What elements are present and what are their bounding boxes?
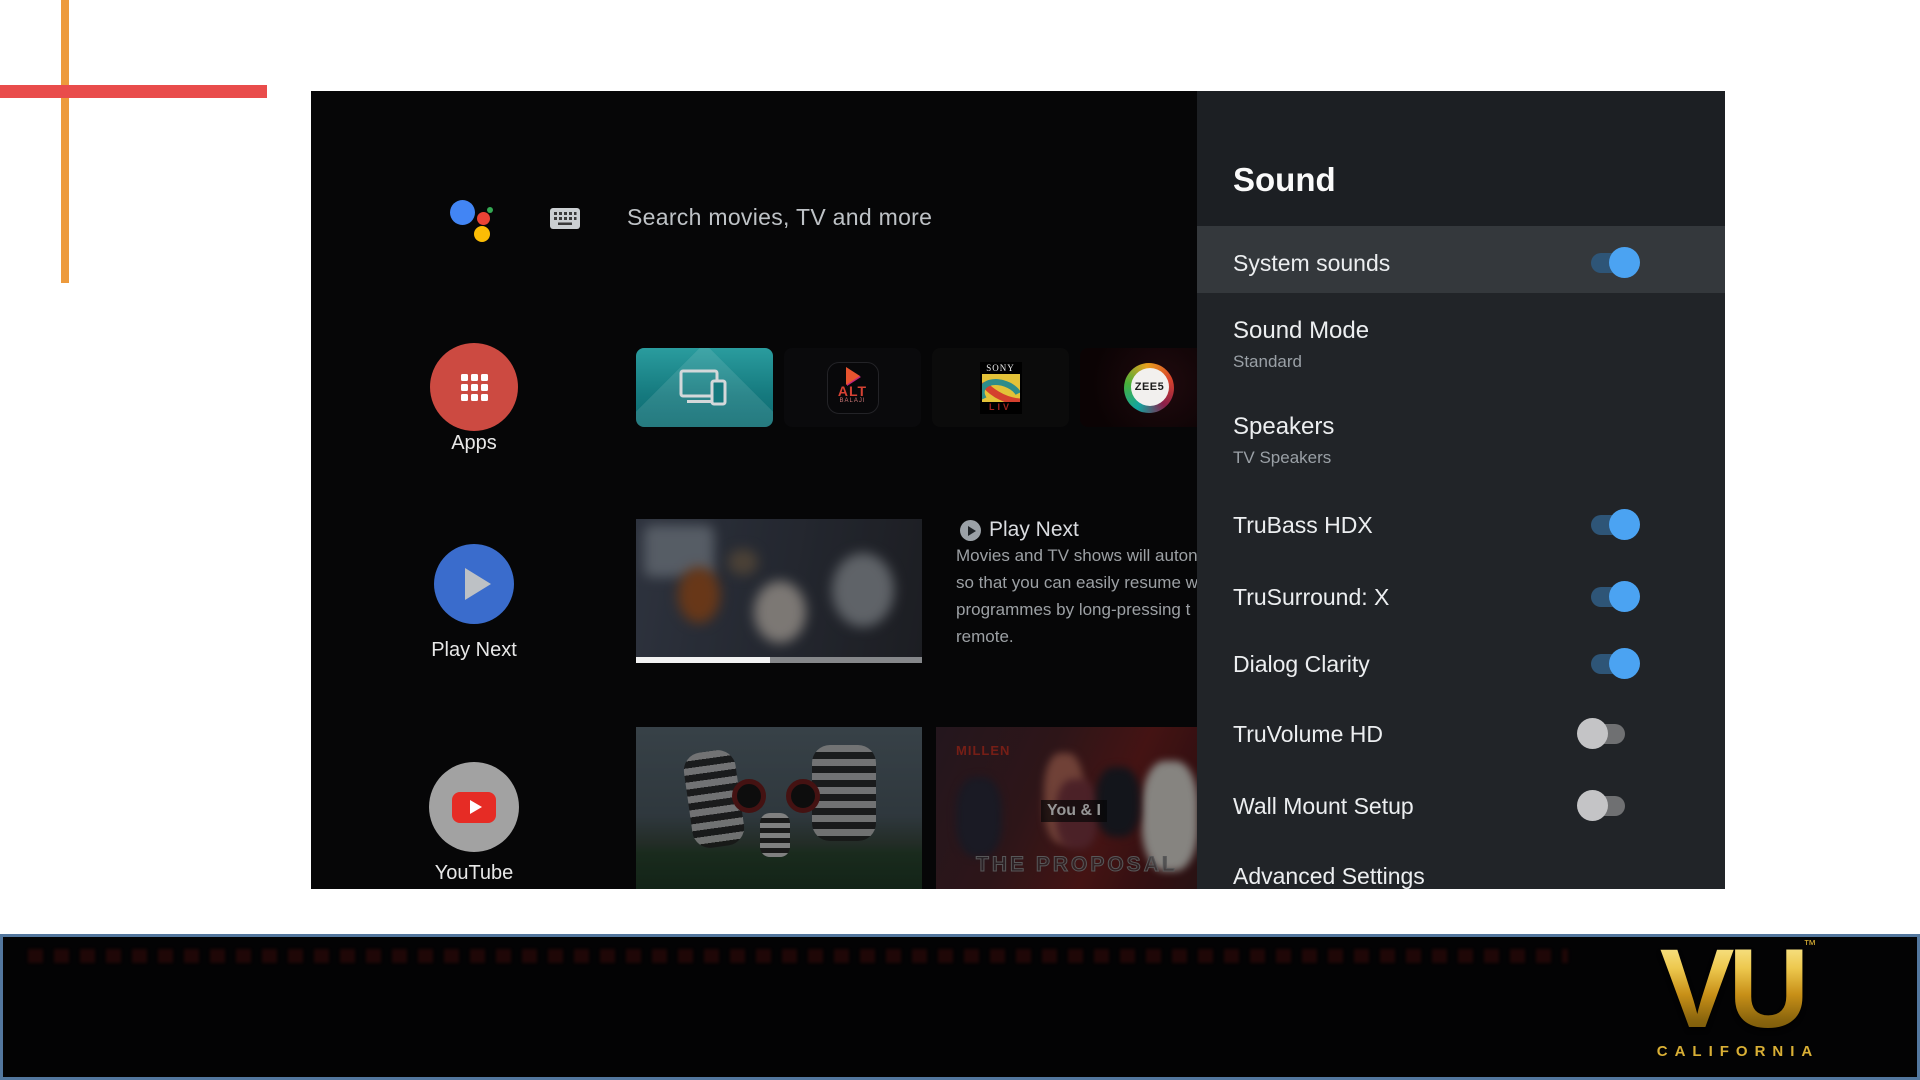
assistant-red-dot: [477, 212, 490, 225]
panel-title: Sound: [1233, 161, 1336, 198]
sony-s-graphic: [981, 373, 1020, 402]
apps-button[interactable]: [430, 343, 518, 431]
altbalaji-logo: ALT BALAJI: [826, 361, 879, 414]
trademark-symbol: ™: [1803, 937, 1817, 952]
setting-wall-mount-setup[interactable]: Wall Mount Setup: [1233, 793, 1414, 820]
panel-header: [1197, 91, 1725, 226]
sony-liv-logo: SONY LIV: [979, 361, 1022, 414]
vu-logo: VU: [1659, 926, 1810, 1051]
altbalaji-triangle-icon: [845, 366, 860, 385]
trubass-hdx-toggle[interactable]: [1591, 509, 1641, 541]
brand-block: VU™ CALIFORNIA: [1603, 926, 1873, 1061]
youtube-thumbnail-1[interactable]: [636, 727, 922, 889]
setting-trusurround-x[interactable]: TruSurround: X: [1233, 584, 1389, 611]
youtube-button[interactable]: [429, 762, 519, 852]
assistant-yellow-dot: [474, 226, 490, 242]
youtube-label: YouTube: [434, 862, 514, 884]
system-sounds-toggle[interactable]: [1591, 247, 1641, 279]
search-input[interactable]: Search movies, TV and more: [627, 204, 932, 231]
truvolume-hd-toggle[interactable]: [1577, 718, 1627, 750]
setting-sound-mode[interactable]: Sound Mode: [1233, 317, 1369, 345]
play-next-button[interactable]: [434, 544, 514, 624]
speakers-value: TV Speakers: [1233, 448, 1332, 467]
play-next-section-icon: [960, 520, 981, 541]
play-icon: [465, 568, 491, 600]
zee5-ring: ZEE5: [1123, 362, 1174, 413]
altbalaji-subtext: BALAJI: [839, 397, 866, 404]
setting-truvolume-hd[interactable]: TruVolume HD: [1233, 721, 1383, 748]
apps-label: Apps: [451, 432, 497, 454]
play-next-description-line: so that you can easily resume w: [956, 573, 1198, 592]
keyboard-icon[interactable]: [550, 208, 580, 229]
footer-bar: VU™ CALIFORNIA: [0, 926, 1920, 1080]
setting-trubass-hdx[interactable]: TruBass HDX: [1233, 512, 1373, 539]
setting-advanced-settings[interactable]: Advanced Settings: [1233, 863, 1425, 889]
liv-text: LIV: [988, 401, 1012, 412]
play-next-description-line: programmes by long-pressing t: [956, 600, 1191, 619]
google-assistant-icon[interactable]: [450, 200, 496, 246]
sound-settings-panel: Sound System sounds Sound Mode Standard …: [1197, 91, 1725, 889]
playback-progress-bar: [636, 657, 922, 663]
play-next-description-line: Movies and TV shows will auton: [956, 546, 1198, 565]
youtube-thumbnail-2[interactable]: MILLEN You & I THE PROPOSAL: [936, 727, 1222, 889]
youtube-icon: [452, 791, 496, 823]
setting-dialog-clarity[interactable]: Dialog Clarity: [1233, 651, 1370, 678]
apps-grid-icon: [460, 373, 488, 401]
devices-icon: [679, 369, 726, 405]
app-tile-altbalaji[interactable]: ALT BALAJI: [784, 348, 921, 427]
play-next-description-line: remote.: [956, 627, 1014, 646]
assistant-green-dot: [487, 207, 493, 213]
setting-system-sounds[interactable]: System sounds: [1233, 250, 1390, 277]
wall-mount-setup-toggle[interactable]: [1577, 790, 1627, 822]
playback-progress-fill: [636, 657, 771, 663]
app-tile-sony-liv[interactable]: SONY LIV: [932, 348, 1069, 427]
assistant-blue-dot: [450, 200, 475, 225]
dialog-clarity-toggle[interactable]: [1591, 648, 1641, 680]
zee5-logo: ZEE5: [1130, 367, 1169, 406]
faint-watermark-text: [28, 949, 1568, 963]
altbalaji-text: ALT: [837, 382, 868, 399]
app-tile-connected-devices[interactable]: [636, 348, 773, 427]
play-next-label: Play Next: [431, 639, 517, 661]
trusurround-x-toggle[interactable]: [1591, 581, 1641, 613]
play-next-section-title: Play Next: [989, 518, 1079, 541]
sound-mode-value: Standard: [1233, 352, 1302, 371]
decor-horizontal-line: [0, 85, 267, 98]
sony-text: SONY: [986, 362, 1015, 373]
setting-speakers[interactable]: Speakers: [1233, 413, 1334, 441]
tv-screenshot: Search movies, TV and more Apps ALT BALA…: [311, 91, 1725, 889]
play-next-thumbnail[interactable]: [636, 519, 922, 657]
decor-vertical-line: [61, 0, 69, 283]
